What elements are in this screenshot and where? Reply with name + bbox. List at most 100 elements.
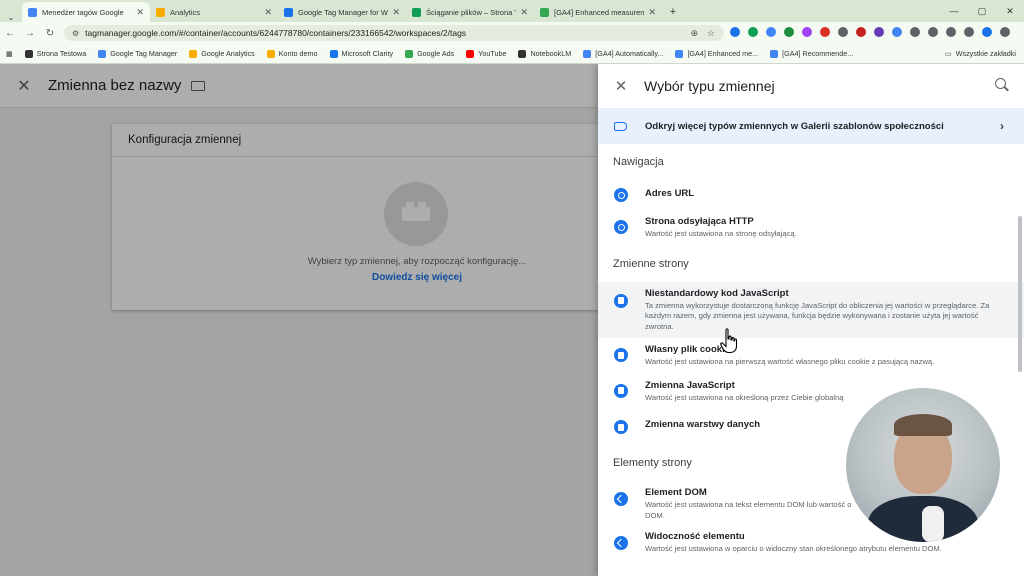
- bookmark-label: [GA4] Enhanced me...: [687, 49, 759, 58]
- extensions-puzzle-icon[interactable]: [946, 27, 956, 37]
- extension-icon[interactable]: [874, 27, 884, 37]
- google-icon: [770, 49, 779, 58]
- filter-extension-icon[interactable]: [730, 27, 740, 37]
- window-controls: — ▢ ✕: [940, 0, 1024, 22]
- url-field[interactable]: ⚙ tagmanager.google.com/#/container/acco…: [64, 25, 724, 41]
- url-text: tagmanager.google.com/#/container/accoun…: [85, 28, 467, 38]
- extension-icon[interactable]: [856, 27, 866, 37]
- hand-cursor-icon: [720, 328, 738, 354]
- close-tab-icon[interactable]: ✕: [520, 7, 528, 18]
- item-description: Wartość jest ustawiona na pierwszą warto…: [645, 357, 935, 366]
- bookmark-star-icon[interactable]: ☆: [707, 28, 715, 39]
- tab-ga4-enhanced[interactable]: [GA4] Enhanced measurement ✕: [534, 2, 662, 22]
- zoom-icon[interactable]: ⊕: [690, 28, 698, 39]
- google-favicon-icon: [540, 7, 549, 17]
- item-name: Adres URL: [645, 188, 695, 199]
- document-icon: [614, 383, 628, 398]
- gallery-banner-text: Odkryj więcej typów zmiennych w Galerii …: [645, 120, 944, 132]
- profile-avatar-icon[interactable]: [982, 27, 992, 37]
- modal-scrim[interactable]: [0, 64, 598, 576]
- bookmark-item[interactable]: YouTube: [466, 49, 506, 58]
- bookmark-item[interactable]: Google Tag Manager: [98, 49, 177, 58]
- code-icon: [614, 536, 628, 550]
- list-item-first-party-cookie[interactable]: Własny plik cookie Wartość jest ustawion…: [598, 340, 1024, 372]
- item-description: Wartość jest ustawiona na stronę odsyłaj…: [645, 229, 797, 238]
- apps-grid-icon[interactable]: ▦: [6, 49, 13, 58]
- presenter-webcam: [846, 388, 1000, 542]
- address-bar-row: ← → ↻ ⚙ tagmanager.google.com/#/containe…: [0, 22, 1024, 44]
- item-description: Ta zmienna wykorzystuje dostarczoną funk…: [645, 300, 990, 331]
- minimize-icon[interactable]: —: [940, 6, 968, 16]
- tab-analytics[interactable]: Analytics ✕: [150, 2, 278, 22]
- extension-icon[interactable]: [838, 27, 848, 37]
- bookmark-item[interactable]: [GA4] Automatically...: [583, 49, 663, 58]
- extension-icon[interactable]: [748, 27, 758, 37]
- extension-icon[interactable]: [928, 27, 938, 37]
- bookmark-label: Google Tag Manager: [110, 49, 178, 58]
- panel-header: ✕ Wybór typu zmiennej: [598, 64, 1024, 108]
- new-tab-button[interactable]: +: [662, 2, 684, 22]
- section-heading: Nawigacja: [613, 156, 664, 168]
- extension-icon[interactable]: [784, 27, 794, 37]
- all-bookmarks-label: Wszystkie zakładki: [955, 49, 1016, 58]
- bookmark-item[interactable]: [GA4] Enhanced me...: [675, 49, 758, 58]
- bookmark-label: YouTube: [478, 49, 507, 58]
- community-gallery-banner[interactable]: Odkryj więcej typów zmiennych w Galerii …: [598, 108, 1024, 144]
- tab-title: Ściąganie plików – Strona Testo: [426, 7, 516, 17]
- item-description: Wartość jest ustawiona w oparciu o widoc…: [645, 544, 942, 553]
- bookmark-favicon-icon: [518, 49, 527, 58]
- bookmark-item[interactable]: Microsoft Clarity: [329, 49, 393, 58]
- back-icon[interactable]: ←: [0, 28, 20, 39]
- extension-icon[interactable]: [910, 27, 920, 37]
- close-window-icon[interactable]: ✕: [996, 6, 1024, 17]
- search-icon[interactable]: [995, 78, 1006, 89]
- extension-icon[interactable]: [802, 27, 812, 37]
- site-info-icon[interactable]: ⚙: [72, 29, 79, 38]
- close-tab-icon[interactable]: ✕: [264, 7, 272, 18]
- bookmark-item[interactable]: NotebookLM: [518, 49, 571, 58]
- forward-icon[interactable]: →: [20, 28, 40, 39]
- gtm-favicon-icon: [28, 7, 37, 17]
- bookmark-item[interactable]: Google Analytics: [189, 49, 255, 58]
- tab-title: Analytics: [170, 7, 201, 17]
- close-tab-icon[interactable]: ✕: [392, 7, 400, 18]
- list-item-url[interactable]: Adres URL: [598, 180, 1024, 208]
- bookmark-label: Konto demo: [278, 49, 318, 58]
- tab-gtm-wordpress[interactable]: Google Tag Manager for Word ✕: [278, 2, 406, 22]
- extensions-bar: [730, 27, 1010, 37]
- bookmark-label: [GA4] Automatically...: [595, 49, 664, 58]
- bookmark-item[interactable]: [GA4] Recommende...: [770, 49, 853, 58]
- list-item-custom-javascript[interactable]: Niestandardowy kod JavaScript Ta zmienna…: [598, 281, 1024, 338]
- bookmark-item[interactable]: Konto demo: [266, 49, 318, 58]
- bookmark-label: NotebookLM: [530, 49, 572, 58]
- globe-icon: [614, 188, 628, 202]
- list-item-http-referrer[interactable]: Strona odsyłająca HTTP Wartość jest usta…: [598, 212, 1024, 244]
- sidebar-icon[interactable]: [964, 27, 974, 37]
- close-panel-icon[interactable]: ✕: [598, 77, 644, 95]
- site-favicon-icon: [412, 7, 421, 17]
- item-name: Zmienna JavaScript: [645, 379, 735, 391]
- tab-gtm[interactable]: Menedżer tagów Google ✕: [22, 2, 150, 22]
- tab-title: [GA4] Enhanced measurement: [554, 7, 645, 17]
- tab-title: Menedżer tagów Google: [42, 7, 124, 17]
- panel-title: Wybór typu zmiennej: [644, 78, 775, 94]
- browser-tab-bar: ⌄ Menedżer tagów Google ✕ Analytics ✕ Go…: [0, 0, 1024, 22]
- item-name: Niestandardowy kod JavaScript: [645, 287, 789, 299]
- google-icon: [675, 49, 684, 58]
- bookmark-item[interactable]: Google Ads: [405, 49, 454, 58]
- panel-scrollbar[interactable]: [1018, 216, 1022, 372]
- bookmark-favicon-icon: [98, 49, 107, 58]
- menu-dots-icon[interactable]: [1000, 27, 1010, 37]
- close-tab-icon[interactable]: ✕: [648, 7, 656, 18]
- extension-icon[interactable]: [820, 27, 830, 37]
- extension-icon[interactable]: [766, 27, 776, 37]
- close-tab-icon[interactable]: ✕: [136, 7, 144, 18]
- tab-downloads[interactable]: Ściąganie plików – Strona Testo ✕: [406, 2, 534, 22]
- bookmark-item[interactable]: Strona Testowa: [24, 49, 86, 58]
- extension-icon[interactable]: [892, 27, 902, 37]
- analytics-favicon-icon: [156, 7, 165, 17]
- tab-search-icon[interactable]: ⌄: [0, 13, 22, 22]
- maximize-icon[interactable]: ▢: [968, 6, 996, 17]
- reload-icon[interactable]: ↻: [40, 28, 60, 39]
- all-bookmarks[interactable]: ▭ Wszystkie zakładki: [945, 49, 1016, 58]
